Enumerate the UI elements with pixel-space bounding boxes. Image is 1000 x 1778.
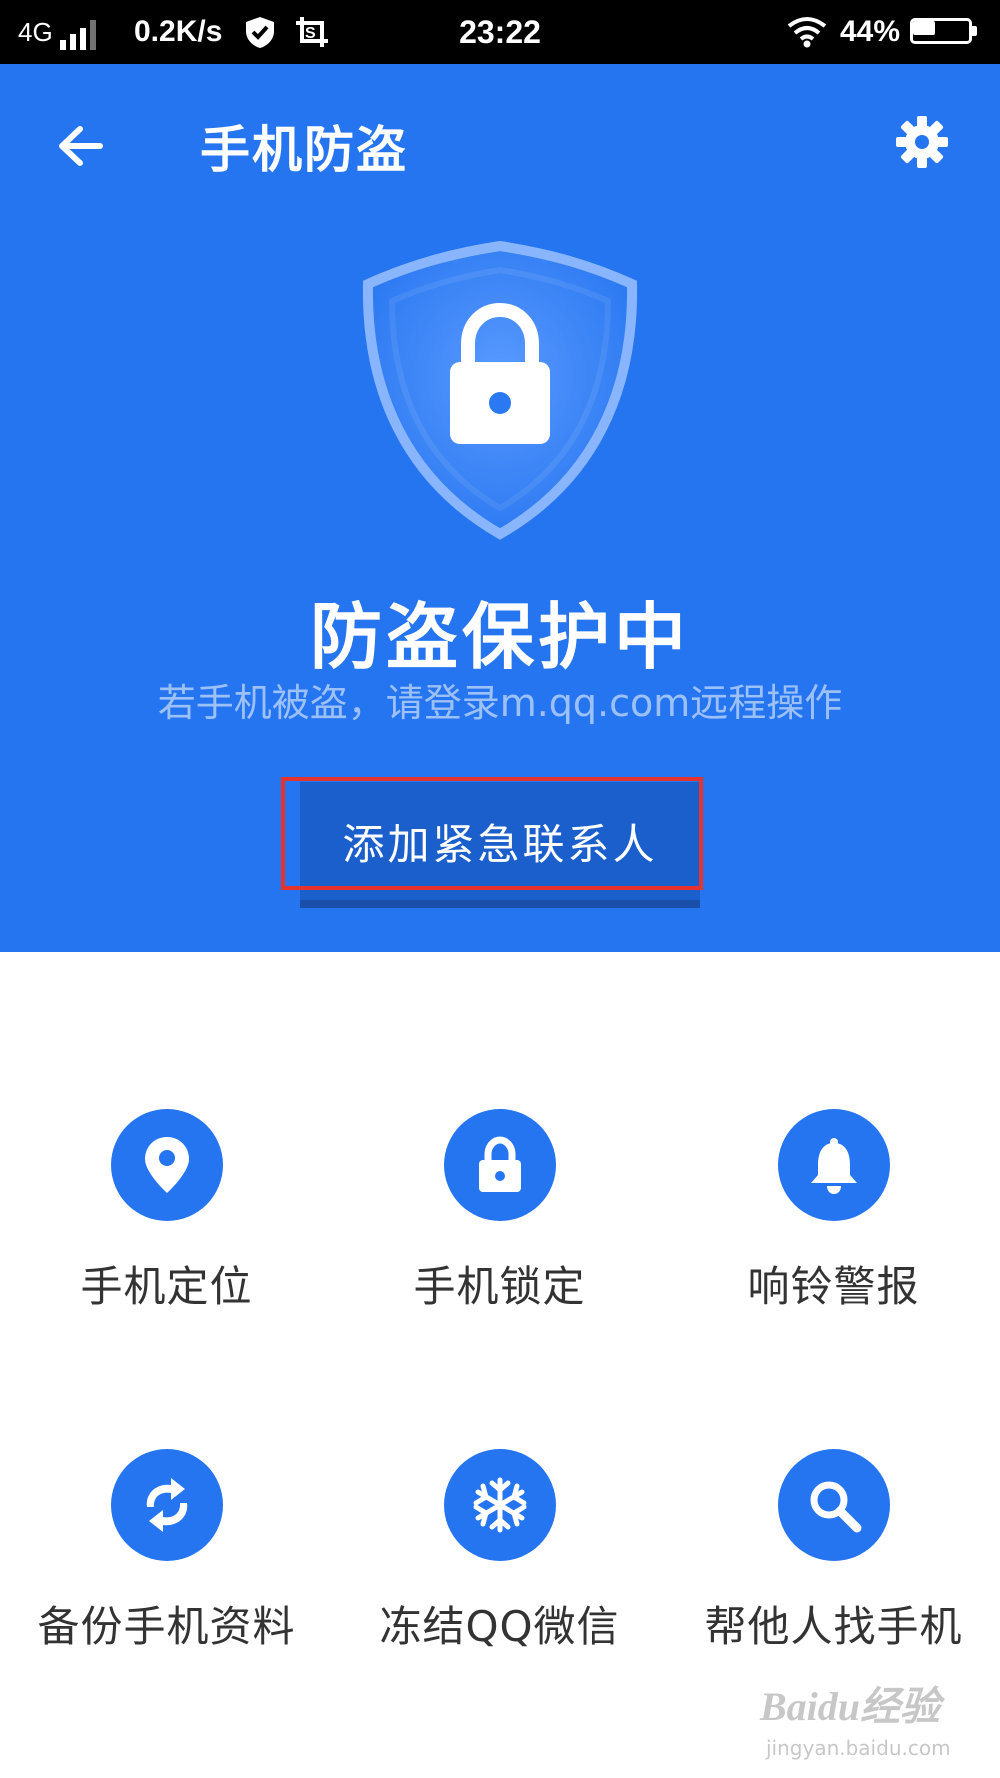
feature-icon-circle xyxy=(111,1449,223,1561)
battery-level-fill xyxy=(913,21,935,35)
feature-icon-circle xyxy=(778,1109,890,1221)
snowflake-icon xyxy=(473,1477,527,1533)
network-speed: 0.2K/s xyxy=(134,15,223,48)
protection-status-subtitle: 若手机被盗，请登录m.qq.com远程操作 xyxy=(157,681,843,725)
sync-icon xyxy=(146,1478,188,1532)
hero-panel: 手机防盗 防盗保护中 若手机被盗，请登录m.qq.com远程操作 添加紧急联系人 xyxy=(0,64,1000,952)
back-button[interactable] xyxy=(48,114,112,178)
arrow-left-icon xyxy=(59,126,103,166)
feature-label: 手机定位 xyxy=(80,1262,253,1311)
clock: 23:22 xyxy=(459,13,541,50)
signal-icon xyxy=(60,18,110,50)
feature-grid: 手机定位 手机锁定 响铃警报 备份手机资料 冻结QQ微信 帮他人找手机 xyxy=(0,952,1000,1778)
feature-label: 响铃警报 xyxy=(747,1262,920,1311)
feature-backup-data[interactable]: 备份手机资料 xyxy=(0,1449,333,1709)
page-title: 手机防盗 xyxy=(200,121,408,179)
feature-ring-alarm[interactable]: 响铃警报 xyxy=(667,1109,1000,1369)
feature-phone-lock[interactable]: 手机锁定 xyxy=(333,1109,666,1369)
network-type: 4G xyxy=(18,16,53,47)
feature-phone-location[interactable]: 手机定位 xyxy=(0,1109,333,1369)
shield-check-icon xyxy=(240,0,280,64)
settings-button[interactable] xyxy=(890,110,954,174)
svg-text:S: S xyxy=(305,25,316,42)
baidu-jingyan-watermark: Baidu经验 jingyan.baidu.com xyxy=(760,1668,980,1768)
battery-percent: 44% xyxy=(840,15,901,48)
lock-icon xyxy=(479,1136,521,1192)
bell-icon xyxy=(811,1138,857,1194)
feature-freeze-qq-wechat[interactable]: 冻结QQ微信 xyxy=(333,1449,666,1709)
feature-icon-circle xyxy=(111,1109,223,1221)
status-bar: 4G 0.2K/s S 23:22 44% xyxy=(0,0,1000,64)
search-icon xyxy=(810,1481,862,1533)
feature-icon-circle xyxy=(444,1449,556,1561)
protection-status-title: 防盗保护中 xyxy=(309,595,690,679)
feature-label: 帮他人找手机 xyxy=(704,1602,963,1651)
shield-lock-icon xyxy=(362,240,638,540)
feature-label: 冻结QQ微信 xyxy=(379,1602,620,1651)
battery-icon xyxy=(910,18,980,46)
screenshot-icon: S xyxy=(290,0,334,64)
watermark-url: jingyan.baidu.com xyxy=(766,1736,951,1760)
add-emergency-contact-button[interactable]: 添加紧急联系人 xyxy=(300,782,700,900)
watermark-brand: Baidu经验 xyxy=(760,1684,941,1729)
location-pin-icon xyxy=(145,1137,189,1193)
feature-icon-circle xyxy=(778,1449,890,1561)
feature-label: 备份手机资料 xyxy=(37,1602,296,1651)
gear-icon xyxy=(896,116,948,168)
wifi-icon xyxy=(784,0,830,64)
feature-icon-circle xyxy=(444,1109,556,1221)
feature-label: 手机锁定 xyxy=(413,1262,586,1311)
